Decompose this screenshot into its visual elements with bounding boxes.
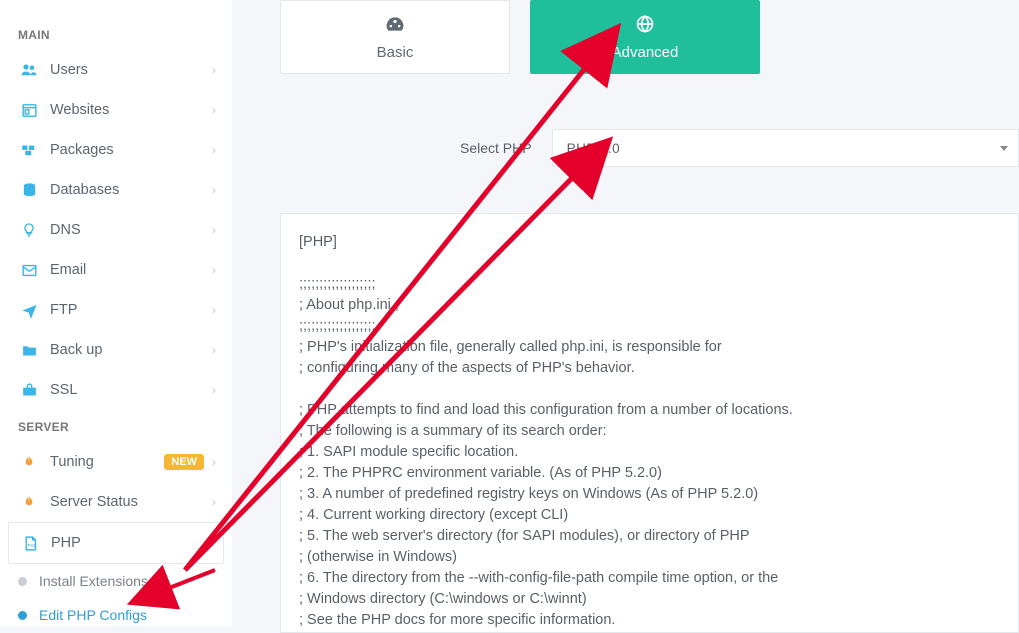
tab-label: Basic [377,44,414,61]
sidebar-item-label: Server Status [50,494,212,510]
sidebar-heading-main: MAIN [0,18,232,50]
sidebar-item-dns[interactable]: DNS › [0,210,232,250]
database-icon [18,180,40,200]
php-ini-editor[interactable]: [PHP] ;;;;;;;;;;;;;;;;;;; ; About php.in… [280,213,1019,633]
dot-icon [18,577,27,586]
sidebar-item-label: Packages [50,142,212,158]
flame-icon [18,452,40,472]
email-icon [18,260,40,280]
dot-icon [18,611,27,620]
sidebar-item-label: DNS [50,222,212,238]
chevron-right-icon: › [212,455,216,469]
sidebar-item-databases[interactable]: Databases › [0,170,232,210]
sidebar-item-php[interactable]: PHP PHP › [8,522,224,564]
sidebar-item-label: SSL [50,382,212,398]
sidebar-item-email[interactable]: Email › [0,250,232,290]
tab-basic[interactable]: Basic [280,0,510,74]
sidebar-item-label: Back up [50,342,212,358]
globe-icon [635,14,655,38]
chevron-right-icon: › [212,303,216,317]
sidebar-item-ssl[interactable]: SSL › [0,370,232,410]
sidebar-item-ftp[interactable]: FTP › [0,290,232,330]
sidebar-item-label: Websites [50,102,212,118]
new-badge: NEW [164,454,204,470]
sidebar-sub-edit-php-configs[interactable]: Edit PHP Configs [0,598,232,632]
packages-icon [18,140,40,160]
sidebar-heading-server: SERVER [0,410,232,442]
sidebar-item-label: Users [50,62,212,78]
sidebar-sub-label: Edit PHP Configs [39,607,147,623]
tab-advanced[interactable]: Advanced [530,0,760,74]
php-select-row: Select PHP PHP 7.0 [460,129,1019,167]
users-icon [18,60,40,80]
sidebar-item-tuning[interactable]: Tuning NEW › [0,442,232,482]
sidebar-item-label: FTP [50,302,212,318]
chevron-right-icon: › [212,183,216,197]
sidebar-item-label: PHP [51,535,203,551]
send-icon [18,300,40,320]
briefcase-icon [18,380,40,400]
sidebar-sub-install-extensions[interactable]: Install Extensions [0,564,232,598]
php-version-select[interactable]: PHP 7.0 [552,129,1019,167]
mode-tabs: Basic Advanced [280,0,1019,74]
sidebar-item-packages[interactable]: Packages › [0,130,232,170]
chevron-right-icon: › [212,495,216,509]
chevron-right-icon: › [212,63,216,77]
sidebar-item-backup[interactable]: Back up › [0,330,232,370]
sidebar-item-label: Databases [50,182,212,198]
website-icon [18,100,40,120]
tab-label: Advanced [612,44,679,61]
flame-icon [18,492,40,512]
chevron-right-icon: › [212,263,216,277]
gauge-icon [385,14,405,38]
chevron-right-icon: › [203,536,207,550]
sidebar-item-users[interactable]: Users › [0,50,232,90]
select-value: PHP 7.0 [567,141,621,156]
svg-text:PHP: PHP [27,543,36,548]
chevron-right-icon: › [212,143,216,157]
chevron-right-icon: › [212,383,216,397]
chevron-right-icon: › [212,343,216,357]
main-content: Basic Advanced Select PHP PHP 7.0 [PHP] … [232,0,1019,626]
sidebar-item-label: Email [50,262,212,278]
sidebar-item-label: Tuning [50,454,164,470]
folder-icon [18,340,40,360]
sidebar-item-server-status[interactable]: Server Status › [0,482,232,522]
sidebar-item-websites[interactable]: Websites › [0,90,232,130]
chevron-right-icon: › [212,223,216,237]
select-php-label: Select PHP [460,140,532,156]
sidebar: MAIN Users › Websites › Packages › Datab… [0,0,232,626]
sidebar-sub-label: Install Extensions [39,573,148,589]
bulb-icon [18,220,40,240]
php-file-icon: PHP [19,533,41,553]
chevron-right-icon: › [212,103,216,117]
